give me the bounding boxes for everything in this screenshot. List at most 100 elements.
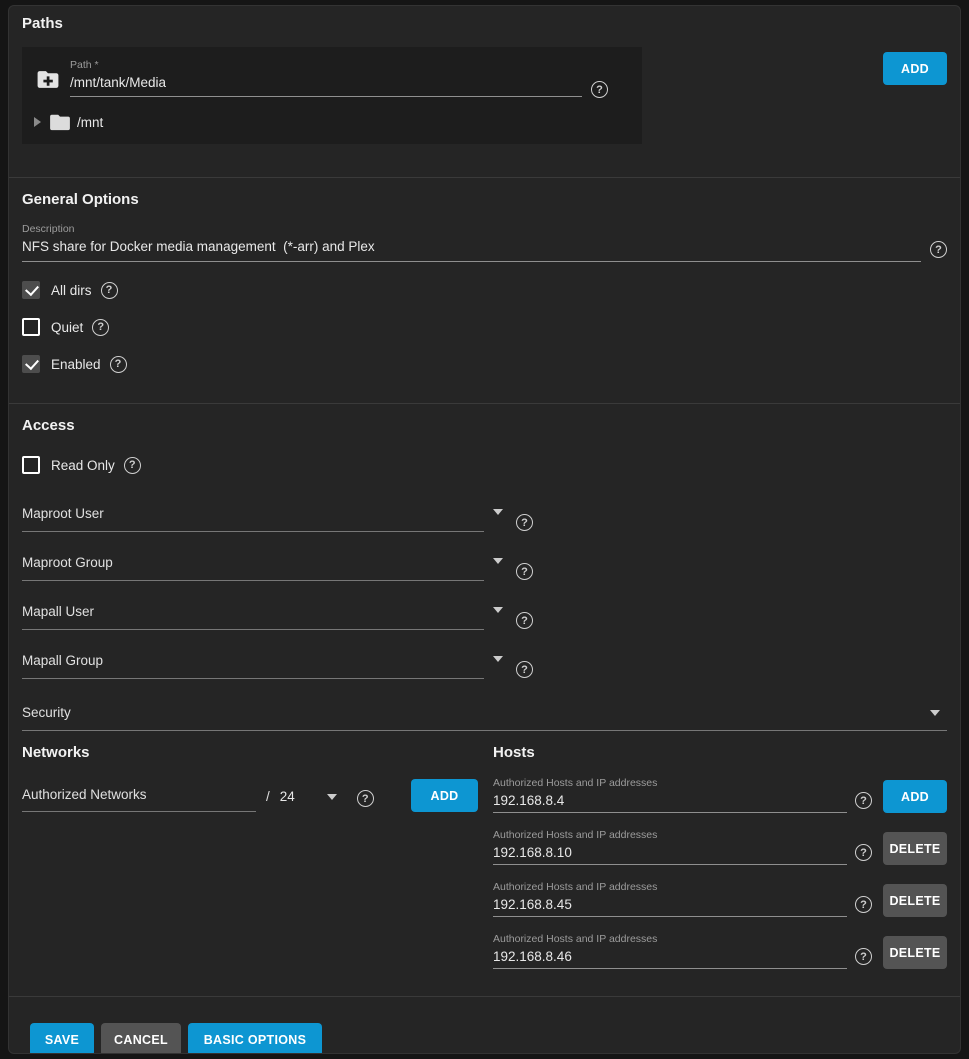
quiet-checkbox[interactable]: [22, 318, 40, 336]
security-select[interactable]: Security: [22, 705, 947, 731]
cidr-separator: /: [266, 789, 270, 804]
delete-host-button[interactable]: DELETE: [883, 936, 947, 969]
mapall-group-row: Mapall Group ?: [9, 653, 960, 679]
quiet-row: Quiet ?: [9, 318, 960, 336]
mapall-user-label: Mapall User: [22, 604, 484, 620]
alldirs-checkbox[interactable]: [22, 281, 40, 299]
create-folder-icon[interactable]: [34, 67, 62, 97]
host-label: Authorized Hosts and IP addresses: [493, 933, 847, 946]
maproot-group-select[interactable]: Maproot Group: [22, 555, 484, 581]
host-input[interactable]: Authorized Hosts and IP addresses 192.16…: [493, 829, 847, 865]
enabled-label: Enabled: [51, 357, 101, 372]
path-input[interactable]: Path * /mnt/tank/Media: [70, 59, 582, 97]
paths-row: Path * /mnt/tank/Media ? /mnt ADD: [9, 47, 960, 144]
host-value[interactable]: 192.168.8.45: [493, 896, 847, 913]
description-help-icon[interactable]: ?: [930, 241, 947, 258]
basic-options-button[interactable]: BASIC OPTIONS: [188, 1023, 322, 1054]
tree-node-mnt[interactable]: /mnt: [34, 113, 632, 131]
maproot-user-select[interactable]: Maproot User: [22, 506, 484, 532]
host-input[interactable]: Authorized Hosts and IP addresses 192.16…: [493, 881, 847, 917]
form-actions: SAVE CANCEL BASIC OPTIONS: [9, 997, 960, 1054]
general-section-title: General Options: [9, 191, 960, 209]
path-value[interactable]: /mnt/tank/Media: [70, 74, 582, 91]
description-value[interactable]: NFS share for Docker media management (*…: [22, 238, 921, 255]
description-label: Description: [22, 223, 921, 236]
dropdown-arrow-icon[interactable]: [493, 607, 503, 613]
cancel-button[interactable]: CANCEL: [101, 1023, 181, 1054]
description-input[interactable]: Description NFS share for Docker media m…: [22, 223, 921, 262]
network-help-icon[interactable]: ?: [357, 790, 374, 807]
maproot-group-row: Maproot Group ?: [9, 555, 960, 581]
enabled-checkbox[interactable]: [22, 355, 40, 373]
cidr-prefix-value[interactable]: 24: [280, 789, 295, 804]
networks-column: Networks Authorized Networks / 24 ? ADD: [22, 744, 478, 812]
host-help-icon[interactable]: ?: [855, 792, 872, 809]
mapall-group-select[interactable]: Mapall Group: [22, 653, 484, 679]
host-value[interactable]: 192.168.8.4: [493, 792, 847, 809]
mapall-user-select[interactable]: Mapall User: [22, 604, 484, 630]
access-section-title: Access: [9, 417, 960, 435]
security-label: Security: [22, 705, 947, 721]
tree-node-label: /mnt: [77, 115, 103, 130]
host-row: Authorized Hosts and IP addresses 192.16…: [493, 777, 947, 813]
host-help-icon[interactable]: ?: [855, 948, 872, 965]
authorized-network-row: Authorized Networks / 24 ? ADD: [22, 779, 478, 812]
quiet-help-icon[interactable]: ?: [92, 319, 109, 336]
readonly-help-icon[interactable]: ?: [124, 457, 141, 474]
mapall-group-label: Mapall Group: [22, 653, 484, 669]
dropdown-arrow-icon[interactable]: [327, 794, 337, 800]
maproot-user-help-icon[interactable]: ?: [516, 514, 533, 531]
folder-icon: [49, 113, 71, 131]
dropdown-arrow-icon[interactable]: [493, 558, 503, 564]
mapall-user-help-icon[interactable]: ?: [516, 612, 533, 629]
authorized-networks-label: Authorized Networks: [22, 787, 256, 803]
host-help-icon[interactable]: ?: [855, 896, 872, 913]
maproot-group-help-icon[interactable]: ?: [516, 563, 533, 580]
quiet-label: Quiet: [51, 320, 83, 335]
networks-hosts-columns: Networks Authorized Networks / 24 ? ADD …: [9, 744, 960, 969]
host-label: Authorized Hosts and IP addresses: [493, 777, 847, 790]
path-help-icon[interactable]: ?: [591, 81, 608, 98]
hosts-column: Hosts Authorized Hosts and IP addresses …: [493, 744, 947, 969]
readonly-checkbox[interactable]: [22, 456, 40, 474]
host-help-icon[interactable]: ?: [855, 844, 872, 861]
host-label: Authorized Hosts and IP addresses: [493, 829, 847, 842]
readonly-label: Read Only: [51, 458, 115, 473]
nfs-share-form: Paths Path * /mnt/tank/Media ?: [8, 5, 961, 1054]
enabled-help-icon[interactable]: ?: [110, 356, 127, 373]
mapall-group-help-icon[interactable]: ?: [516, 661, 533, 678]
paths-section-title: Paths: [9, 15, 960, 33]
add-host-button[interactable]: ADD: [883, 780, 947, 813]
readonly-row: Read Only ?: [9, 456, 960, 474]
dropdown-arrow-icon[interactable]: [493, 656, 503, 662]
save-button[interactable]: SAVE: [30, 1023, 94, 1054]
enabled-row: Enabled ?: [9, 355, 960, 373]
host-value[interactable]: 192.168.8.46: [493, 948, 847, 965]
description-row: Description NFS share for Docker media m…: [9, 223, 960, 262]
add-path-button[interactable]: ADD: [883, 52, 947, 85]
alldirs-help-icon[interactable]: ?: [101, 282, 118, 299]
maproot-user-row: Maproot User ?: [9, 506, 960, 532]
section-divider: [9, 403, 960, 404]
host-input[interactable]: Authorized Hosts and IP addresses 192.16…: [493, 933, 847, 969]
expand-caret-icon[interactable]: [34, 117, 41, 127]
dropdown-arrow-icon[interactable]: [493, 509, 503, 515]
security-row: Security: [9, 705, 960, 731]
host-input[interactable]: Authorized Hosts and IP addresses 192.16…: [493, 777, 847, 813]
maproot-user-label: Maproot User: [22, 506, 484, 522]
add-network-button[interactable]: ADD: [411, 779, 478, 812]
delete-host-button[interactable]: DELETE: [883, 884, 947, 917]
path-label: Path *: [70, 59, 582, 72]
networks-section-title: Networks: [22, 744, 478, 762]
authorized-networks-input[interactable]: Authorized Networks: [22, 787, 256, 812]
section-divider: [9, 177, 960, 178]
host-row: Authorized Hosts and IP addresses 192.16…: [493, 933, 947, 969]
host-label: Authorized Hosts and IP addresses: [493, 881, 847, 894]
host-row: Authorized Hosts and IP addresses 192.16…: [493, 829, 947, 865]
host-value[interactable]: 192.168.8.10: [493, 844, 847, 861]
alldirs-row: All dirs ?: [9, 281, 960, 299]
delete-host-button[interactable]: DELETE: [883, 832, 947, 865]
dropdown-arrow-icon[interactable]: [930, 710, 940, 716]
path-explorer-panel: Path * /mnt/tank/Media ? /mnt: [22, 47, 642, 144]
host-row: Authorized Hosts and IP addresses 192.16…: [493, 881, 947, 917]
